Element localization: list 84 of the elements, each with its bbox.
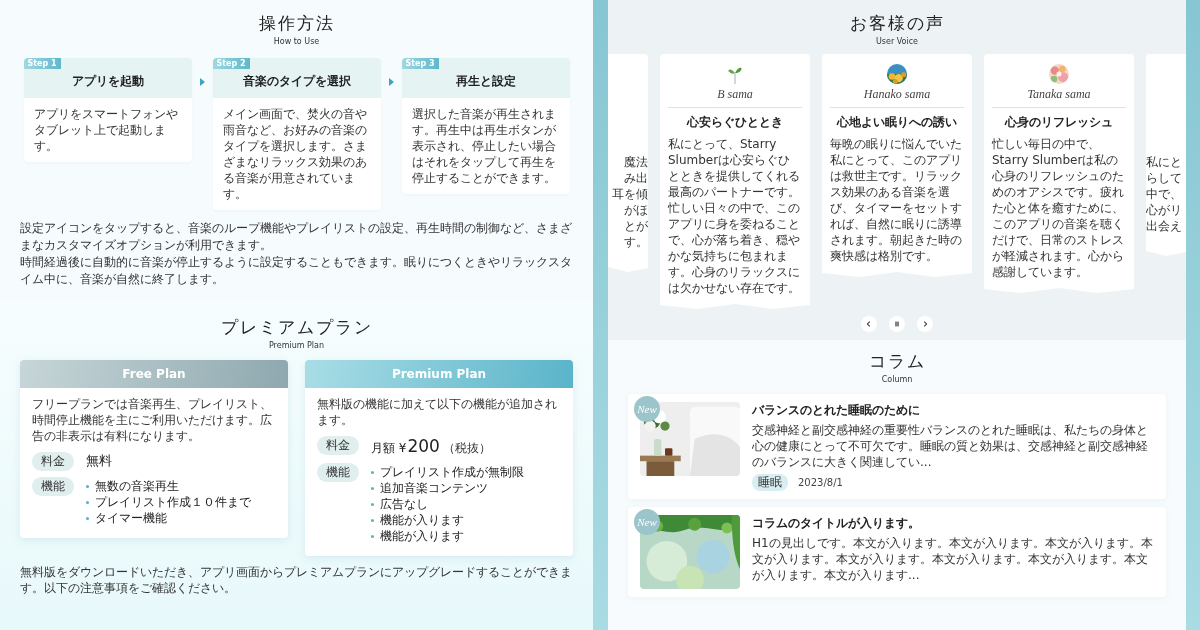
section-subtitle: How to Use bbox=[273, 37, 320, 46]
feature-item: プレイリスト作成が無制限 bbox=[380, 464, 524, 480]
arrow-icon bbox=[199, 78, 205, 86]
feature-item: 無数の音楽再生 bbox=[95, 478, 179, 494]
price-label: 料金 bbox=[32, 452, 74, 471]
features-label: 機能 bbox=[317, 463, 359, 482]
review-text: とが bbox=[623, 218, 648, 234]
bullet-icon bbox=[371, 486, 374, 490]
section-title: お客様の声 bbox=[849, 13, 945, 35]
section-subtitle: Column bbox=[881, 375, 913, 384]
review-text: 忙しい毎日の中で、Starry Slumberは私の心身のリフレッシュのためのオアシスです。疲れた心と体を癒すために、このアプリの音楽を聴くだけで、日常のストレスが軽減されます。心から感謝しています。 bbox=[992, 136, 1125, 280]
step-title: 再生と設定 bbox=[455, 72, 516, 90]
section-title: コラム bbox=[868, 351, 926, 373]
plan-description: 無料版の機能に加えて以下の機能が追加されます。 bbox=[317, 396, 558, 428]
feature-item: 機能が入ります bbox=[380, 528, 464, 544]
chevron-right-icon bbox=[921, 320, 929, 328]
chevron-left-icon bbox=[865, 320, 873, 328]
review-text: 私にとって、Starry Slumberは心安らぐひとときを提供してくれる最高のパートナーです。忙しい日々の中で、このアプリに身を委ねることで、心が落ち着き、穏やかな気持ちに包まれます。心身のリラックスには欠かせない存在です。 bbox=[668, 136, 801, 296]
price-amount: 200 bbox=[407, 436, 440, 456]
paragraph: 時間経過後に自動的に音楽が停止するように設定することもできます。眠りにつくときやリラックスタイム中に、音楽が自然に終了します。 bbox=[20, 254, 573, 288]
review-text: らして bbox=[1146, 170, 1183, 186]
category-tag[interactable]: 睡眠 bbox=[752, 474, 788, 491]
reviewer-name: Tanaka sama bbox=[1027, 87, 1091, 102]
feature-item: 機能が入ります bbox=[380, 512, 464, 528]
bullet-icon bbox=[371, 502, 374, 506]
review-title: 心身のリフレッシュ bbox=[1005, 114, 1113, 131]
review-text: がほ bbox=[623, 202, 648, 218]
bullet-icon bbox=[86, 500, 89, 504]
step-title: 音楽のタイプを選択 bbox=[242, 72, 351, 90]
plan-description: フリープランでは音楽再生、プレイリスト、時間停止機能を主にご利用いただけます。広告の非表示は有料になります。 bbox=[32, 396, 273, 444]
pause-icon bbox=[893, 320, 901, 328]
review-title: 心地よい眠りへの誘い bbox=[837, 114, 957, 131]
review-title: 心安らぐひととき bbox=[687, 114, 783, 131]
review-text: 中で、 bbox=[1146, 186, 1183, 202]
feature-item: 広告なし bbox=[380, 496, 428, 512]
price-label: 料金 bbox=[317, 436, 359, 455]
section-subtitle: Premium Plan bbox=[268, 341, 325, 350]
step-badge: Step 1 bbox=[23, 58, 61, 69]
step-text: 選択した音楽が再生されます。再生中は再生ボタンが表示され、停止したい場合はそれをタップして再生を停止することができます。 bbox=[410, 106, 557, 187]
plan-header: Premium Plan bbox=[305, 360, 573, 388]
bullet-icon bbox=[371, 534, 374, 538]
bullet-icon bbox=[371, 470, 374, 474]
step-badge: Step 2 bbox=[212, 58, 250, 69]
review-text: み出 bbox=[623, 170, 648, 186]
article-excerpt: 交感神経と副交感神経の重要性バランスのとれた睡眠は、私たちの身体と心の健康にとって不可欠です。睡眠の質と効果は、交感神経と副交感神経のバランスに大きく関連してい... bbox=[752, 422, 1149, 470]
paragraph: 設定アイコンをタップすると、音楽のループ機能やプレイリストの設定、再生時間の制御など、さまざまなカスタマイズオプションが利用できます。 bbox=[20, 220, 573, 254]
step-badge: Step 3 bbox=[401, 58, 439, 69]
section-subtitle: User Voice bbox=[875, 37, 919, 46]
arrow-icon bbox=[388, 78, 394, 86]
reviewer-name: Hanako sama bbox=[863, 87, 931, 102]
step-text: メイン画面で、焚火の音や雨音など、お好みの音楽のタイプを選択します。さまざまなリラックス効果のある音楽が用意されています。 bbox=[221, 106, 368, 203]
feature-item: タイマー機能 bbox=[95, 510, 167, 526]
article-title[interactable]: コラムのタイトルが入ります。 bbox=[752, 515, 1154, 532]
bullet-icon bbox=[86, 516, 89, 520]
previous-button[interactable] bbox=[861, 316, 877, 332]
review-text: 魔法 bbox=[623, 154, 648, 170]
article-date: 2023/8/1 bbox=[798, 477, 843, 488]
section-title: プレミアムプラン bbox=[220, 317, 373, 339]
price-text: 無料 bbox=[86, 452, 112, 470]
feature-item: プレイリスト作成１０件まで bbox=[95, 494, 251, 510]
footnote: 無料版をダウンロードいただき、アプリ画面からプレミアムプランにアップグレードすることができます。以下の注意事項をご確認ください。 bbox=[20, 564, 573, 596]
article-excerpt: H1の見出しです。本文が入ります。本文が入ります。本文が入ります。本文が入ります。本文が入ります。本文が入ります。本文が入ります。本文が入ります。本文が入ります... bbox=[752, 535, 1154, 583]
price-text: （税抜） bbox=[442, 440, 491, 457]
review-text: 心がリ bbox=[1146, 202, 1183, 218]
new-badge: New bbox=[634, 509, 660, 535]
step-title: アプリを起動 bbox=[71, 72, 144, 90]
step-text: アプリをスマートフォンやタブレット上で起動します。 bbox=[32, 106, 179, 155]
review-text: 毎晩の眠りに悩んでいた私にとって、このアプリは救世主です。リラックス効果のある音楽を選び、タイマーをセットすれば、自然に眠りに誘導されます。朝起きた時の爽快感は格別です。 bbox=[830, 136, 963, 264]
review-text: す。 bbox=[623, 234, 648, 250]
price-text: 月額 ¥ bbox=[371, 440, 407, 457]
section-title: 操作方法 bbox=[258, 13, 335, 35]
features-label: 機能 bbox=[32, 477, 74, 496]
review-text: 私にと bbox=[1146, 154, 1183, 170]
plan-header: Free Plan bbox=[20, 360, 288, 388]
pause-button[interactable] bbox=[889, 316, 905, 332]
feature-item: 追加音楽コンテンツ bbox=[380, 480, 488, 496]
bullet-icon bbox=[86, 484, 89, 488]
review-text: 出会え bbox=[1146, 218, 1183, 234]
bullet-icon bbox=[371, 518, 374, 522]
review-text: 耳を傾 bbox=[611, 186, 648, 202]
reviewer-name: B sama bbox=[717, 87, 753, 102]
next-button[interactable] bbox=[917, 316, 933, 332]
article-title[interactable]: バランスのとれた睡眠のために bbox=[752, 402, 1154, 419]
new-badge: New bbox=[634, 396, 660, 422]
